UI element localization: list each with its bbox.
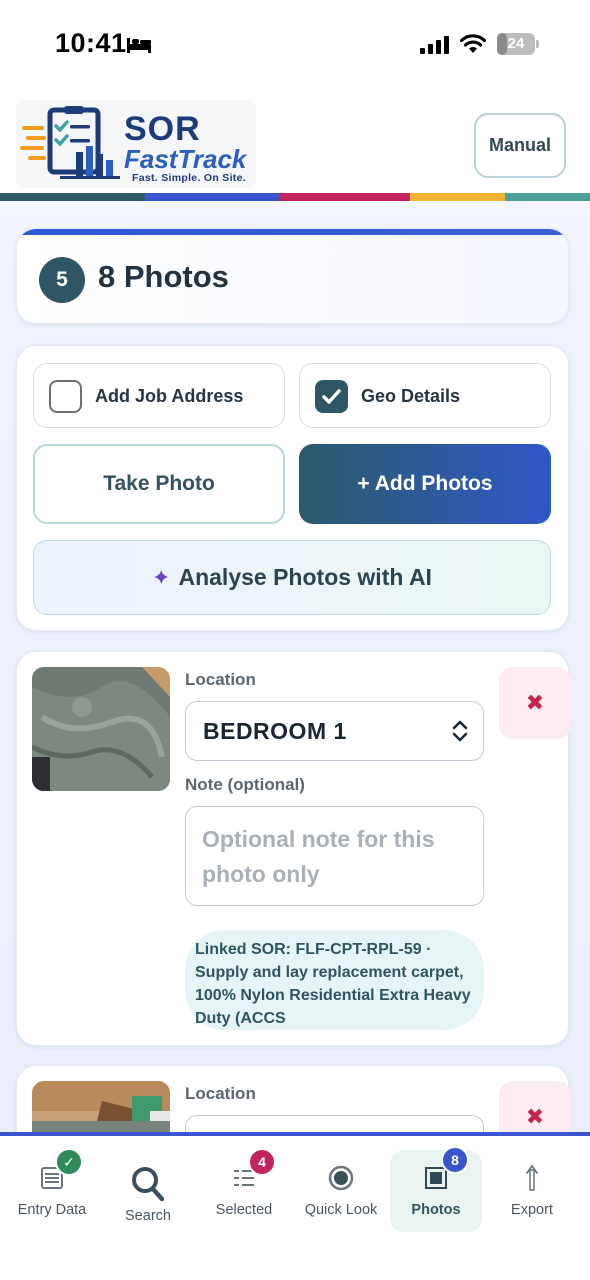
close-icon: ✖	[525, 690, 545, 715]
remove-photo-button[interactable]: ✖	[499, 667, 571, 739]
photos-count-badge: 8	[441, 1146, 469, 1174]
location-label: Location	[185, 670, 256, 689]
carpet-photo-image	[32, 667, 170, 791]
geo-details-label: Geo Details	[361, 386, 461, 406]
export-arrow-icon	[526, 1165, 538, 1191]
step-title: 8 Photos	[98, 259, 229, 294]
battery-icon: 24	[497, 33, 539, 55]
cellular-signal-icon	[420, 36, 449, 54]
nav-label: Selected	[215, 1202, 273, 1218]
location-label: Location	[185, 1084, 256, 1103]
clipboard-logo-icon	[20, 106, 120, 179]
nav-item-quick-look[interactable]: Quick Look	[298, 1136, 384, 1232]
logo-tagline: Fast. Simple. On Site.	[132, 172, 246, 184]
entry-data-complete-badge: ✓	[55, 1148, 83, 1176]
analyse-photos-ai-button[interactable]: ✦ Analyse Photos with AI	[33, 540, 551, 615]
unchecked-checkbox-icon[interactable]	[49, 380, 82, 413]
geo-details-toggle[interactable]: Geo Details	[299, 363, 551, 428]
nav-label: Export	[511, 1202, 553, 1218]
add-photos-button[interactable]: + Add Photos	[299, 444, 551, 524]
status-bar: 10:41 24	[0, 0, 590, 90]
sor-fasttrack-logo: SOR FastTrack Fast. Simple. On Site.	[16, 100, 256, 188]
selected-count-badge: 4	[248, 1148, 276, 1176]
add-job-address-label: Add Job Address	[95, 386, 244, 406]
nav-label: Quick Look	[304, 1202, 378, 1218]
location-select-value: BEDROOM 1	[203, 718, 347, 744]
card-accent-bar	[17, 229, 568, 235]
sleep-mode-icon	[127, 38, 151, 53]
battery-level: 24	[507, 35, 525, 52]
note-textarea[interactable]: Optional note for this photo only	[185, 806, 484, 906]
step-number-badge: 5	[39, 257, 85, 303]
record-icon	[328, 1165, 354, 1191]
analyse-photos-ai-label: Analyse Photos with AI	[178, 564, 432, 590]
photo-thumbnail[interactable]	[32, 667, 170, 791]
select-chevrons-icon	[452, 720, 468, 742]
sparkle-icon: ✦	[152, 564, 171, 590]
nav-item-entry-data[interactable]: ✓ Entry Data	[10, 1136, 94, 1232]
nav-item-photos[interactable]: 8 Photos	[390, 1146, 482, 1232]
linked-sor-info: Linked SOR: FLF-CPT-RPL-59 · Supply and …	[185, 930, 484, 1030]
photo-entry-card: Location BEDROOM 1 Note (optional) Optio…	[16, 651, 571, 1046]
close-icon: ✖	[525, 1104, 545, 1129]
checked-checkbox-icon[interactable]	[315, 380, 348, 413]
app-header: SOR FastTrack Fast. Simple. On Site. Man…	[0, 90, 590, 195]
take-photo-button[interactable]: Take Photo	[33, 444, 285, 524]
add-job-address-toggle[interactable]: Add Job Address	[33, 363, 285, 428]
nav-item-export[interactable]: Export	[496, 1136, 568, 1232]
wifi-icon	[460, 34, 486, 53]
photo-frame-icon	[425, 1167, 447, 1189]
nav-item-search[interactable]: Search	[110, 1136, 186, 1232]
note-label: Note (optional)	[185, 775, 305, 794]
logo-subtitle: FastTrack	[124, 144, 247, 174]
nav-item-selected[interactable]: 4 Selected	[204, 1136, 284, 1232]
bottom-navigation: ✓ Entry Data Search 4 Selected Quick Loo…	[0, 1132, 590, 1280]
step-header-card: 5 8 Photos	[16, 228, 569, 324]
manual-button[interactable]: Manual	[474, 113, 566, 178]
status-time: 10:41	[55, 28, 127, 58]
nav-label: Entry Data	[17, 1202, 87, 1218]
brand-color-strip	[0, 193, 590, 201]
nav-label: Search	[125, 1208, 171, 1224]
photo-actions-card: Add Job Address Geo Details Take Photo +…	[16, 345, 569, 631]
nav-label: Photos	[411, 1202, 461, 1218]
search-icon	[132, 1167, 165, 1202]
location-select[interactable]: BEDROOM 1	[185, 701, 484, 761]
